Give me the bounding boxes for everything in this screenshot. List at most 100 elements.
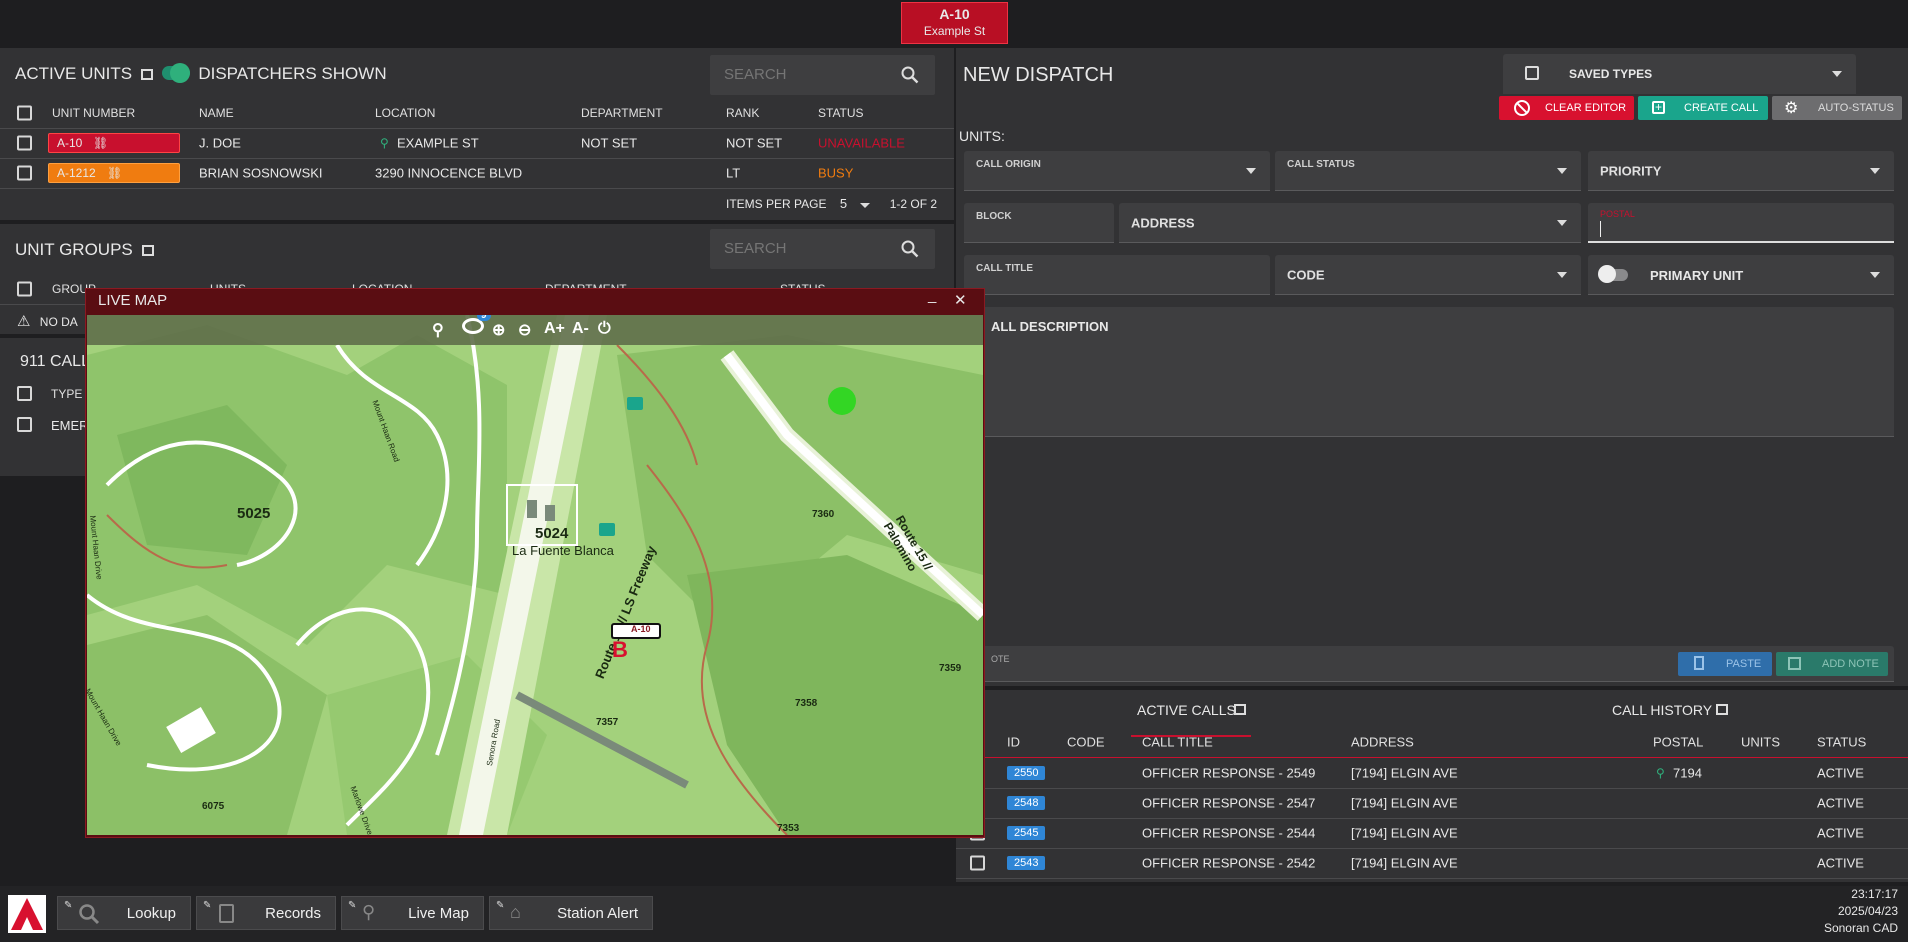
col-unit-number: UNIT NUMBER — [52, 106, 136, 120]
call-id-badge[interactable]: 2543 — [1007, 856, 1046, 870]
map-postal-label: 6075 — [202, 801, 225, 812]
code-label: CODE — [1287, 267, 1325, 282]
call-type: EMER — [51, 418, 89, 433]
call-origin-label: CALL ORIGIN — [976, 159, 1041, 170]
call-description-field[interactable]: ALL DESCRIPTION — [964, 307, 1894, 437]
row-checkbox[interactable] — [17, 165, 32, 181]
saved-types-select[interactable]: SAVED TYPES — [1503, 54, 1856, 94]
map-canvas[interactable]: ⚲ 9 ⊕ ⊖ A+ A- ⏻ 5025 5024 La Fuente Blan… — [87, 315, 983, 835]
clear-editor-label: CLEAR EDITOR — [1545, 102, 1627, 114]
col-rank: RANK — [726, 106, 760, 120]
tab-active-calls-label: ACTIVE CALLS — [1137, 702, 1236, 718]
primary-unit-toggle[interactable] — [1598, 265, 1628, 283]
call-id-badge[interactable]: 2548 — [1007, 796, 1046, 810]
power-icon[interactable]: ⏻ — [598, 320, 611, 338]
clock-date: 2025/04/23 — [1837, 904, 1898, 918]
dispatcher-icon: ⛓ — [93, 136, 109, 150]
col-status: STATUS — [818, 106, 864, 120]
block-field[interactable]: BLOCK — [964, 203, 1114, 243]
pin-icon: ✎ — [64, 900, 73, 911]
active-unit-tab[interactable]: A-10 Example St — [901, 2, 1008, 44]
map-postal-label: 5024 — [535, 525, 569, 542]
active-units-search-input[interactable] — [722, 65, 876, 84]
sonoran-logo-icon — [11, 898, 43, 930]
dispatchers-toggle[interactable] — [161, 63, 190, 83]
items-per-page-select[interactable]: 5 — [840, 196, 847, 211]
live-map-window[interactable]: LIVE MAP _ ✕ ⚲ 9 ⊕ ⊖ A+ A- ⏻ 5025 5024 L… — [85, 287, 985, 838]
primary-unit-select[interactable]: PRIMARY UNIT — [1588, 255, 1894, 295]
search-icon[interactable] — [901, 66, 919, 84]
app-logo[interactable] — [8, 895, 46, 933]
close-button[interactable]: ✕ — [954, 291, 967, 309]
map-postal-label: 7360 — [812, 509, 835, 520]
search-icon — [79, 904, 100, 925]
pagination: ITEMS PER PAGE 5 1-2 OF 2 — [726, 196, 937, 211]
font-increase-button[interactable]: A+ — [544, 320, 565, 338]
table-row[interactable]: A-1212 ⛓ BRIAN SOSNOWSKI 3290 INNOCENCE … — [0, 158, 954, 189]
add-note-button[interactable]: ADD NOTE — [1776, 652, 1888, 676]
call-id-badge[interactable]: 2550 — [1007, 766, 1046, 780]
address-select[interactable]: ADDRESS — [1119, 203, 1581, 243]
zoom-out-icon[interactable]: ⊖ — [518, 320, 531, 340]
create-call-button[interactable]: + CREATE CALL — [1638, 96, 1768, 120]
zoom-in-icon[interactable]: ⊕ — [492, 320, 505, 340]
map-pin-icon — [1598, 265, 1616, 283]
taskbar-records[interactable]: ✎ Records — [196, 896, 336, 930]
row-checkbox[interactable] — [970, 855, 985, 871]
tab-call-history-label: CALL HISTORY — [1612, 702, 1713, 718]
paste-button[interactable]: PASTE — [1678, 652, 1772, 676]
code-select[interactable]: CODE — [1275, 255, 1581, 295]
calls-911-title: 911 CALL — [20, 353, 90, 370]
call-address: [7194] ELGIN AVE — [1351, 765, 1458, 781]
font-decrease-button[interactable]: A- — [572, 320, 589, 338]
unit-badge[interactable]: A-1212 ⛓ — [48, 163, 180, 183]
unit-rank: LT — [726, 165, 741, 181]
taskbar-station-alert[interactable]: ✎ ⌂ Station Alert — [489, 896, 653, 930]
minimize-button[interactable]: _ — [928, 287, 936, 304]
select-all-checkbox[interactable] — [17, 386, 32, 401]
search-icon[interactable]: ⚲ — [432, 320, 444, 340]
table-row[interactable]: A-10 ⛓ J. DOE ⚲ EXAMPLE ST NOT SET NOT S… — [0, 128, 954, 159]
table-row[interactable]: 2543 OFFICER RESPONSE - 2542 [7194] ELGI… — [956, 848, 1908, 879]
row-checkbox[interactable] — [17, 135, 32, 151]
table-row[interactable]: EMER — [17, 417, 89, 435]
clear-editor-button[interactable]: CLEAR EDITOR — [1499, 96, 1634, 120]
create-call-label: CREATE CALL — [1684, 102, 1759, 114]
priority-select[interactable]: PRIORITY — [1588, 151, 1894, 191]
live-map-titlebar[interactable]: LIVE MAP _ ✕ — [86, 287, 984, 313]
table-row[interactable]: 2550 OFFICER RESPONSE - 2549 [7194] ELGI… — [956, 758, 1908, 789]
postal-field[interactable]: POSTAL — [1588, 203, 1894, 243]
saved-types-label: SAVED TYPES — [1569, 67, 1653, 81]
unit-status[interactable]: BUSY — [818, 166, 853, 181]
select-all-checkbox[interactable] — [17, 281, 32, 297]
list-icon[interactable] — [141, 245, 154, 256]
call-address: [7194] ELGIN AVE — [1351, 855, 1458, 871]
call-title-field[interactable]: CALL TITLE — [964, 255, 1270, 295]
list-icon[interactable] — [140, 69, 153, 80]
locate-icon[interactable]: ⚲ — [380, 136, 389, 150]
taskbar-station-alert-label: Station Alert — [557, 905, 638, 922]
call-id-badge[interactable]: 2545 — [1007, 826, 1046, 840]
call-origin-select[interactable]: CALL ORIGIN — [964, 151, 1270, 191]
unit-badge[interactable]: A-10 ⛓ — [48, 133, 180, 153]
unit-status[interactable]: UNAVAILABLE — [818, 136, 905, 151]
chevron-down-icon — [1870, 167, 1880, 174]
call-address: [7194] ELGIN AVE — [1351, 795, 1458, 811]
map-blip-icon[interactable]: B — [612, 637, 628, 663]
locate-icon[interactable]: ⚲ — [1656, 766, 1665, 780]
chevron-down-icon[interactable] — [860, 203, 871, 208]
table-row[interactable]: 2545 OFFICER RESPONSE - 2544 [7194] ELGI… — [956, 818, 1908, 849]
call-status-select[interactable]: CALL STATUS — [1275, 151, 1581, 191]
items-per-page-label: ITEMS PER PAGE — [726, 197, 827, 211]
auto-status-button[interactable]: ⚙ AUTO-STATUS — [1772, 96, 1902, 120]
unit-groups-search-input[interactable] — [722, 239, 876, 258]
search-icon[interactable] — [901, 240, 919, 258]
table-row[interactable]: 2548 OFFICER RESPONSE - 2547 [7194] ELGI… — [956, 788, 1908, 819]
unit-groups-search[interactable] — [710, 229, 935, 269]
row-checkbox[interactable] — [17, 417, 32, 432]
taskbar-lookup[interactable]: ✎ Lookup — [57, 896, 191, 930]
active-units-search[interactable] — [710, 55, 935, 95]
select-all-checkbox[interactable] — [17, 105, 32, 121]
taskbar-live-map[interactable]: ✎ ⚲ Live Map — [341, 896, 484, 930]
list-icon — [1234, 704, 1246, 715]
